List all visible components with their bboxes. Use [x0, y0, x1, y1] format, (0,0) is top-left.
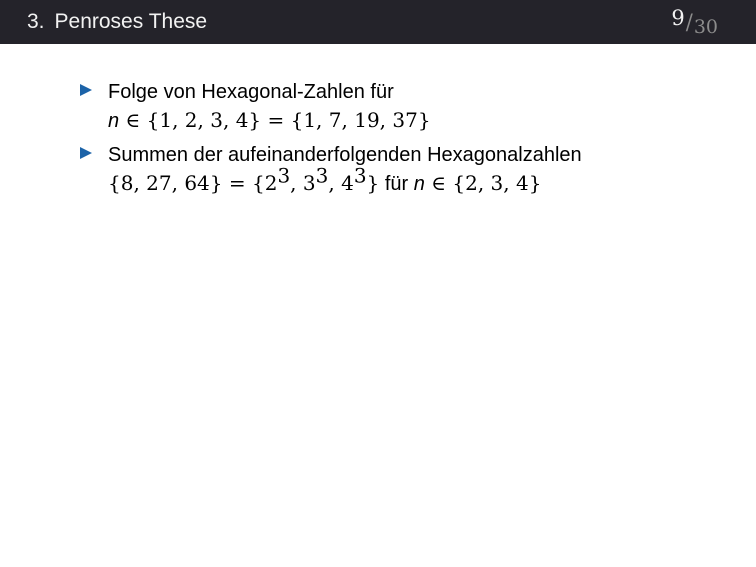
slide-content: Folge von Hexagonal-Zahlen für n ∈ {1, 2… [80, 78, 720, 204]
triangle-bullet-icon [80, 147, 92, 159]
page-current: 9 [671, 6, 685, 30]
page-counter: 9/30 [671, 6, 718, 38]
math-exponent: 3 [315, 163, 329, 188]
section-title: Penroses These [54, 10, 208, 33]
math-expression-part: } [366, 171, 380, 195]
slide-header: 3. Penroses These 9/30 [0, 0, 756, 44]
slide-title: 3. Penroses These [27, 9, 207, 35]
page-total: 30 [693, 16, 718, 38]
math-exponent: 3 [353, 163, 367, 188]
math-expression-part: , 3 [290, 171, 316, 195]
page-separator: / [685, 10, 693, 34]
bullet-item-hexagonal-sums: Summen der aufeinanderfolgenden Hexagona… [80, 141, 720, 198]
math-expression-part: ∈ {2, 3, 4} [424, 171, 542, 195]
section-number: 3. [27, 10, 45, 33]
math-variable-n: n [413, 173, 425, 195]
text-fuer: für [379, 173, 414, 195]
bullet-text-line: Folge von Hexagonal-Zahlen für [108, 81, 394, 103]
bullet-item-hexagonal-numbers: Folge von Hexagonal-Zahlen für n ∈ {1, 2… [80, 78, 720, 135]
bullet-math-line: {8, 27, 64} = {23, 33, 43} für n ∈ {2, 3… [108, 165, 720, 198]
math-expression-part: {8, 27, 64} = {2 [108, 171, 278, 195]
math-expression: ∈ {1, 2, 3, 4} = {1, 7, 19, 37} [119, 108, 431, 132]
math-exponent: 3 [277, 163, 291, 188]
triangle-bullet-icon [80, 84, 92, 96]
bullet-text-line: Summen der aufeinanderfolgenden Hexagona… [108, 144, 582, 166]
bullet-math-line: n ∈ {1, 2, 3, 4} = {1, 7, 19, 37} [108, 106, 720, 135]
math-expression-part: , 4 [328, 171, 354, 195]
math-variable-n: n [108, 110, 120, 132]
